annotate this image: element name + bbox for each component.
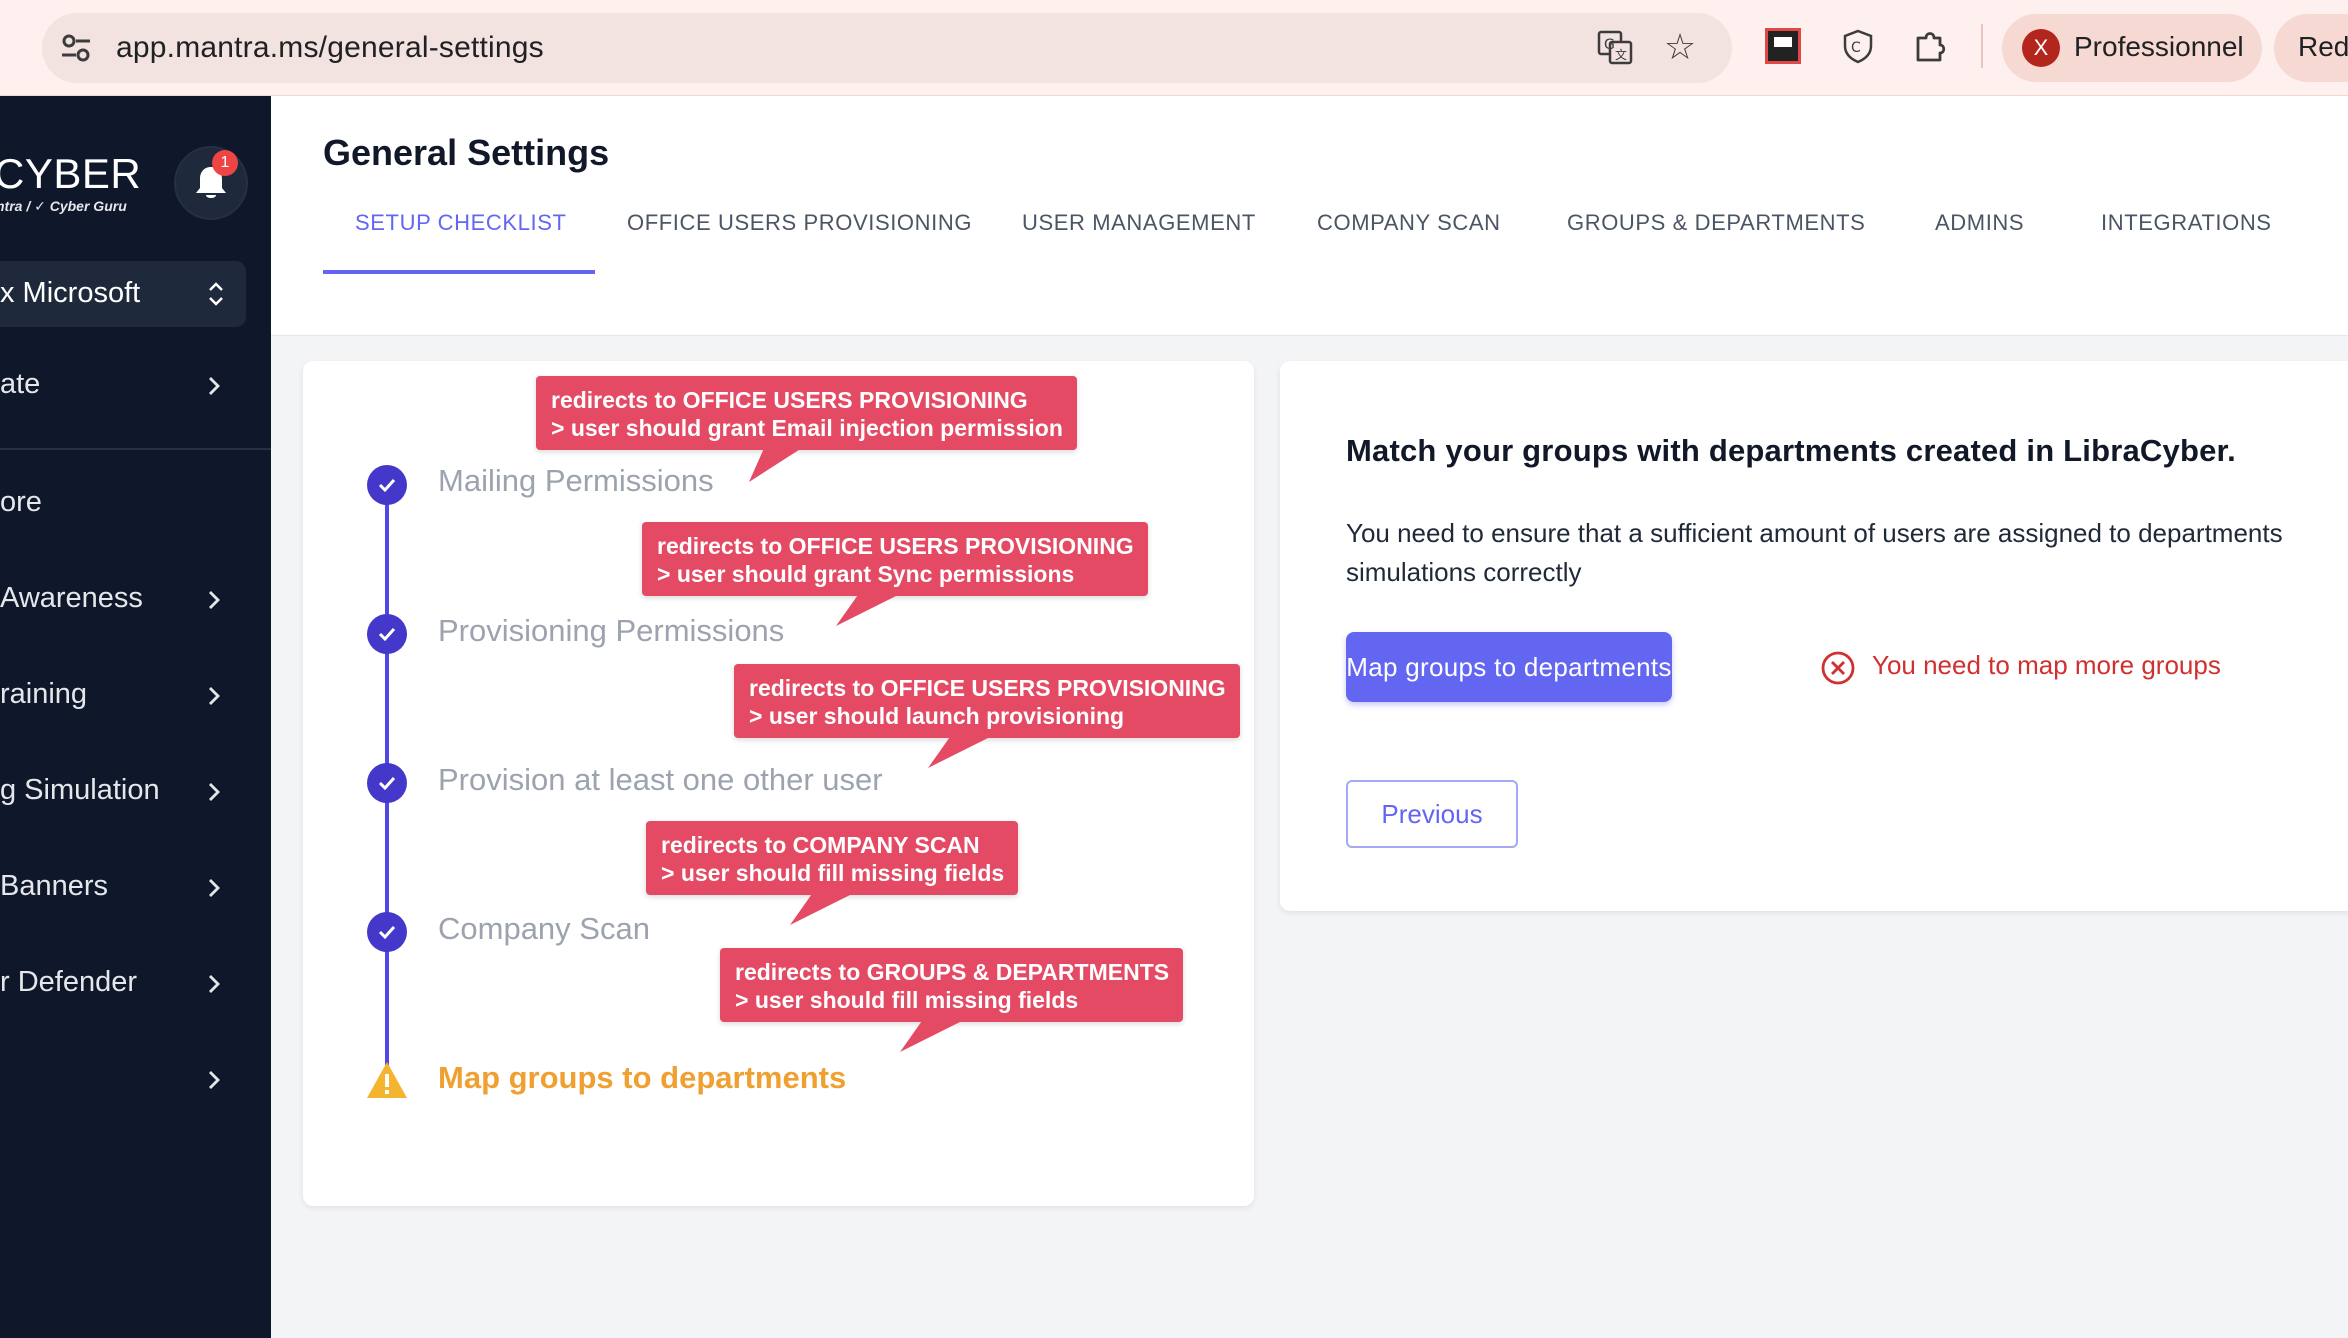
step-detail-card: Match your groups with departments creat… xyxy=(1280,361,2348,911)
tab-user-management[interactable]: USER MANAGEMENT xyxy=(1022,210,1256,236)
brand-subtitle: ntra / ✓ Cyber Guru xyxy=(0,198,127,214)
profile-name-secondary: Red xyxy=(2298,31,2348,62)
step-detail-title: Match your groups with departments creat… xyxy=(1346,433,2236,468)
sidebar-item-phishing-simulation[interactable]: g Simulation xyxy=(0,762,271,822)
tab-company-scan[interactable]: COMPANY SCAN xyxy=(1317,210,1501,236)
callout-line: redirects to OFFICE USERS PROVISIONING xyxy=(657,533,1134,559)
checklist-step-map-groups[interactable]: Map groups to departments xyxy=(438,1060,846,1096)
callout-line: > user should grant Sync permissions xyxy=(657,561,1075,587)
avatar: X xyxy=(2022,29,2060,67)
active-tab-indicator xyxy=(323,270,595,274)
checklist-step-provision-user[interactable]: Provision at least one other user xyxy=(438,762,883,798)
chevron-right-icon xyxy=(209,377,220,395)
checklist-step-company-scan[interactable]: Company Scan xyxy=(438,911,650,947)
sidebar-item-label: Awareness xyxy=(0,582,143,614)
callout-pointer xyxy=(790,891,858,925)
callout-line: > user should grant Email injection perm… xyxy=(551,415,1063,441)
bookmark-star-icon[interactable]: ☆ xyxy=(1660,27,1700,67)
sidebar-item-defender[interactable]: r Defender xyxy=(0,954,271,1014)
chevron-right-icon xyxy=(209,1071,220,1089)
tab-office-users-provisioning[interactable]: OFFICE USERS PROVISIONING xyxy=(627,210,972,236)
previous-button[interactable]: Previous xyxy=(1346,780,1518,848)
sidebar-item-label: r Defender xyxy=(0,966,138,998)
check-circle-icon xyxy=(367,763,407,803)
tab-setup-checklist[interactable]: SETUP CHECKLIST xyxy=(355,210,567,236)
tab-groups-departments[interactable]: GROUPS & DEPARTMENTS xyxy=(1567,210,1865,236)
extension-icon[interactable] xyxy=(1765,28,1801,64)
profile-chip[interactable]: X Professionnel xyxy=(2002,14,2262,82)
chevron-right-icon xyxy=(209,783,220,801)
url-text[interactable]: app.mantra.ms/general-settings xyxy=(116,31,544,65)
tab-integrations[interactable]: INTEGRATIONS xyxy=(2101,210,2272,236)
chevron-right-icon xyxy=(209,687,220,705)
description-line: You need to ensure that a sufficient amo… xyxy=(1346,518,2283,548)
callout-pointer xyxy=(928,734,996,768)
error-message: You need to map more groups xyxy=(1872,650,2221,680)
sidebar-item-label: Banners xyxy=(0,870,109,902)
tenant-label: x Microsoft xyxy=(0,277,141,309)
checklist-step-mailing-permissions[interactable]: Mailing Permissions xyxy=(438,463,714,499)
sidebar-item-label: ate xyxy=(0,368,41,400)
sidebar-item-label: ore xyxy=(0,486,42,518)
chevron-right-icon xyxy=(209,879,220,897)
shield-extension-icon[interactable]: C xyxy=(1840,28,1876,64)
callout-line: > user should launch provisioning xyxy=(749,703,1125,729)
chevron-right-icon xyxy=(209,975,220,993)
notifications-button[interactable]: 1 xyxy=(176,148,246,218)
check-circle-icon xyxy=(367,614,407,654)
site-settings-icon[interactable] xyxy=(60,33,92,63)
map-groups-button[interactable]: Map groups to departments xyxy=(1346,632,1672,702)
sidebar-item-label: raining xyxy=(0,678,88,710)
annotation-callout: redirects to OFFICE USERS PROVISIONING >… xyxy=(536,376,1077,450)
sidebar: CYBER ntra / ✓ Cyber Guru 1 x Microsoft … xyxy=(0,96,271,1338)
sidebar-item-label: g Simulation xyxy=(0,774,160,806)
callout-pointer xyxy=(900,1018,968,1052)
profile-chip-secondary[interactable]: Red xyxy=(2274,14,2348,82)
step-detail-description: You need to ensure that a sufficient amo… xyxy=(1346,514,2348,592)
callout-pointer xyxy=(836,592,904,626)
chevron-up-down-icon xyxy=(209,282,223,306)
svg-text:G: G xyxy=(1604,37,1615,53)
warning-icon xyxy=(367,1062,407,1098)
callout-line: > user should fill missing fields xyxy=(661,860,1005,886)
tab-admins[interactable]: ADMINS xyxy=(1935,210,2024,236)
callout-line: redirects to OFFICE USERS PROVISIONING xyxy=(749,675,1226,701)
callout-line: redirects to OFFICE USERS PROVISIONING xyxy=(551,387,1028,413)
sidebar-item-update[interactable]: ate xyxy=(0,356,271,416)
page-header: General Settings SETUP CHECKLIST OFFICE … xyxy=(271,96,2348,336)
svg-text:文: 文 xyxy=(1615,47,1627,62)
toolbar-divider xyxy=(1981,24,1983,68)
svg-text:C: C xyxy=(1851,40,1861,56)
sidebar-item-banners[interactable]: Banners xyxy=(0,858,271,918)
sidebar-item-awareness[interactable]: Awareness xyxy=(0,570,271,630)
callout-line: redirects to GROUPS & DEPARTMENTS xyxy=(735,959,1170,985)
sidebar-item-training[interactable]: raining xyxy=(0,666,271,726)
annotation-callout: redirects to OFFICE USERS PROVISIONING >… xyxy=(734,664,1240,738)
annotation-callout: redirects to OFFICE USERS PROVISIONING >… xyxy=(642,522,1148,596)
check-circle-icon xyxy=(367,912,407,952)
translate-icon[interactable]: G 文 xyxy=(1597,30,1633,66)
sidebar-divider xyxy=(0,448,271,450)
profile-name: Professionnel xyxy=(2074,31,2244,62)
annotation-callout: redirects to COMPANY SCAN > user should … xyxy=(646,821,1019,895)
error-circle-x-icon xyxy=(1821,651,1855,685)
brand-logo[interactable]: CYBER xyxy=(0,150,141,198)
address-bar[interactable]: app.mantra.ms/general-settings G 文 ☆ xyxy=(42,13,1732,83)
notification-count-badge: 1 xyxy=(212,150,238,176)
callout-line: > user should fill missing fields xyxy=(735,987,1079,1013)
annotation-callout: redirects to GROUPS & DEPARTMENTS > user… xyxy=(720,948,1184,1022)
sidebar-item-more[interactable] xyxy=(0,1050,271,1110)
sidebar-item-score[interactable]: ore xyxy=(0,474,271,534)
tenant-selector[interactable]: x Microsoft xyxy=(0,261,246,327)
page-title: General Settings xyxy=(323,132,610,173)
chevron-right-icon xyxy=(209,591,220,609)
callout-line: redirects to COMPANY SCAN xyxy=(661,832,980,858)
browser-toolbar: app.mantra.ms/general-settings G 文 ☆ C X… xyxy=(0,0,2348,96)
puzzle-extensions-icon[interactable] xyxy=(1912,28,1948,64)
callout-pointer xyxy=(749,446,805,482)
checklist-step-provisioning-permissions[interactable]: Provisioning Permissions xyxy=(438,613,784,649)
check-circle-icon xyxy=(367,465,407,505)
description-line: simulations correctly xyxy=(1346,557,1582,587)
